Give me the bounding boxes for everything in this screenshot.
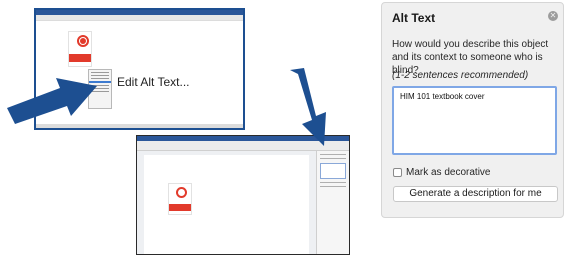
alt-text-field-mini bbox=[320, 163, 346, 179]
cover-red-band bbox=[169, 204, 191, 211]
textbook-cover-image[interactable] bbox=[168, 183, 192, 215]
generate-description-button[interactable]: Generate a description for me bbox=[393, 186, 558, 202]
alt-text-hint: (1-2 sentences recommended) bbox=[392, 70, 529, 81]
alt-text-input[interactable]: HIM 101 textbook cover bbox=[392, 86, 557, 155]
panel-title: Alt Text bbox=[392, 11, 436, 25]
arrow-to-pane-icon bbox=[290, 68, 326, 146]
document-canvas bbox=[137, 151, 316, 254]
cover-target-center bbox=[80, 38, 86, 44]
alt-text-panel: Alt Text ✕ How would you describe this o… bbox=[381, 2, 564, 218]
document-page bbox=[144, 155, 309, 254]
alt-text-side-pane bbox=[316, 151, 349, 254]
mark-decorative-row[interactable]: Mark as decorative bbox=[393, 167, 490, 178]
edit-alt-text-caption: Edit Alt Text... bbox=[117, 75, 190, 89]
cover-red-band bbox=[69, 54, 91, 62]
close-icon[interactable]: ✕ bbox=[548, 11, 558, 21]
cover-target-graphic bbox=[176, 187, 187, 198]
decorative-label: Mark as decorative bbox=[406, 167, 491, 178]
textbook-cover-image[interactable] bbox=[68, 31, 92, 67]
word-screenshot-alt-text-pane bbox=[136, 135, 350, 255]
decorative-checkbox[interactable] bbox=[393, 168, 402, 177]
arrow-to-menu-icon bbox=[7, 78, 97, 124]
